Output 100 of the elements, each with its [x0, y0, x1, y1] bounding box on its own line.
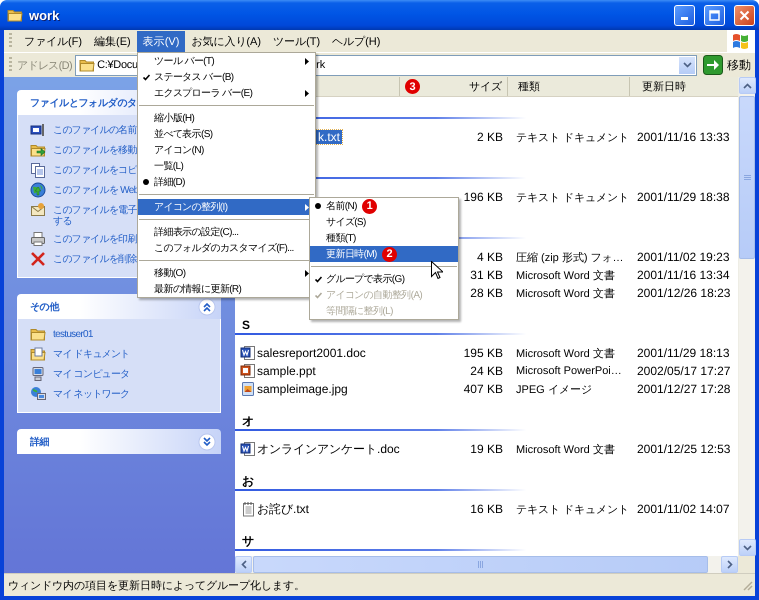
menu-item[interactable]: ツール(T) [267, 30, 326, 52]
modified-date: 2001/12/25 12:53 [636, 442, 732, 456]
column-header[interactable]: 種類 [518, 79, 540, 94]
file-type: テキスト ドキュメント [515, 190, 630, 204]
number-marker: 1 [362, 198, 377, 214]
menu-item[interactable]: 一覧(L) [138, 158, 315, 174]
group-label: オ [241, 413, 254, 429]
modified-date: 2001/11/02 19:23 [636, 250, 731, 264]
file-type: Microsoft PowerPoi… [515, 365, 623, 377]
menu-item[interactable]: サイズ(S) [310, 214, 458, 230]
file-type: テキスト ドキュメント [515, 502, 630, 516]
menu-item[interactable]: 編集(E) [88, 30, 137, 52]
menu-item[interactable]: 種類(T) [310, 230, 458, 246]
file-size: 28 KB [470, 286, 504, 300]
column-header[interactable]: サイズ [469, 79, 502, 94]
file-type: 圧縮 (zip 形式) フォ… [515, 250, 625, 264]
file-size: 24 KB [470, 364, 504, 378]
file-size: 16 KB [470, 502, 504, 516]
word-document-icon [240, 345, 256, 361]
panel-title: 詳細 [30, 436, 50, 448]
task-link[interactable]: マイ ネットワーク [30, 386, 214, 402]
menu-item[interactable]: 表示(V) [136, 30, 186, 52]
close-button[interactable] [734, 4, 755, 26]
document-folder-icon [30, 346, 46, 362]
printer-icon [30, 231, 46, 247]
file-name[interactable]: k.txt [316, 130, 342, 144]
window-title: work [29, 8, 60, 22]
resize-grip-icon [741, 579, 753, 591]
menu-item[interactable]: ヘルプ(H) [326, 30, 386, 52]
card-icon [30, 122, 46, 138]
modified-date: 2001/12/27 17:28 [636, 382, 732, 396]
menu-item[interactable]: 縮小版(H) [138, 110, 315, 126]
group-label: S [241, 317, 250, 333]
expand-button[interactable] [198, 432, 216, 450]
file-name[interactable]: オンラインアンケート.doc [257, 440, 400, 458]
modified-date: 2001/12/26 18:23 [636, 286, 732, 300]
menu-item[interactable]: ツール バー(T) [138, 53, 315, 69]
cross-icon [30, 251, 46, 267]
cursor-icon [431, 261, 443, 280]
menu-item[interactable]: ファイル(F) [18, 30, 88, 52]
menu-item[interactable]: グループで表示(G) [310, 271, 458, 287]
number-marker: 3 [405, 79, 420, 94]
dropdown-button[interactable] [679, 56, 695, 74]
scroll-left-button[interactable] [235, 556, 252, 573]
go-button[interactable]: 移動 [703, 55, 751, 75]
chevron-down-icon [743, 544, 752, 550]
menu-item[interactable]: お気に入り(A) [185, 30, 268, 52]
collapse-button[interactable] [198, 298, 216, 316]
modified-date: 2001/11/29 18:38 [636, 190, 731, 204]
file-size: 407 KB [464, 382, 504, 396]
number-marker: 2 [382, 246, 397, 262]
panel-title: その他 [30, 300, 60, 314]
scrollbar-thumb[interactable] [253, 556, 708, 573]
menu-item[interactable]: 更新日時(M) 2 [310, 246, 458, 262]
folder-icon [30, 326, 46, 342]
chevron-left-icon [240, 560, 246, 569]
network-icon [30, 386, 46, 402]
modified-date: 2002/05/17 17:27 [636, 364, 732, 378]
task-link[interactable]: マイ コンピュータ [30, 366, 214, 382]
scroll-up-button[interactable] [739, 77, 756, 94]
group-label: お [241, 473, 254, 489]
file-type: Microsoft Word 文書 [515, 268, 616, 282]
maximize-button[interactable] [704, 4, 725, 26]
status-text: ウィンドウ内の項目を更新日時によってグループ化します。 [8, 578, 306, 592]
modified-date: 2001/11/29 18:13 [636, 346, 731, 360]
file-size: 2 KB [476, 130, 504, 144]
word-document-icon [240, 441, 256, 457]
file-name[interactable]: salesreport2001.doc [257, 346, 366, 360]
minimize-button[interactable] [674, 4, 695, 26]
envelope-icon [30, 202, 46, 218]
file-name[interactable]: sampleimage.jpg [257, 382, 348, 396]
scroll-down-button[interactable] [739, 539, 756, 556]
file-size: 4 KB [476, 250, 504, 264]
file-size: 196 KB [464, 190, 504, 204]
file-type: Microsoft Word 文書 [515, 346, 616, 360]
image-file-icon [240, 381, 256, 397]
task-link[interactable]: マイ ドキュメント [30, 346, 214, 362]
file-name[interactable]: sample.ppt [257, 364, 316, 378]
chevron-up-icon [743, 82, 752, 88]
file-type: Microsoft Word 文書 [515, 286, 616, 300]
file-type: テキスト ドキュメント [515, 130, 630, 144]
menu-item[interactable]: 並べて表示(S) [138, 126, 315, 142]
globe-icon [30, 182, 46, 198]
task-link[interactable]: testuser01 [30, 326, 214, 342]
column-header[interactable]: 更新日時 [642, 79, 686, 94]
panel-title: ファイルとフォルダのタ [30, 96, 138, 110]
modified-date: 2001/11/16 13:33 [636, 130, 731, 144]
address-label: アドレス(D) [17, 58, 72, 72]
menu-item[interactable]: アイコン(N) [138, 142, 315, 158]
scrollbar-thumb[interactable] [739, 96, 755, 259]
close-icon [739, 10, 750, 20]
file-name[interactable]: お詫び.txt [257, 500, 310, 518]
chevron-right-icon [726, 560, 732, 569]
slides-document-icon [240, 363, 256, 379]
menu-item[interactable]: 詳細(D) [138, 174, 315, 190]
menu-item[interactable]: エクスプローラ バー(E) [138, 85, 315, 101]
folder-icon [7, 7, 23, 23]
file-type: JPEG イメージ [515, 382, 593, 396]
file-type: Microsoft Word 文書 [515, 442, 616, 456]
scroll-right-button[interactable] [721, 556, 738, 573]
